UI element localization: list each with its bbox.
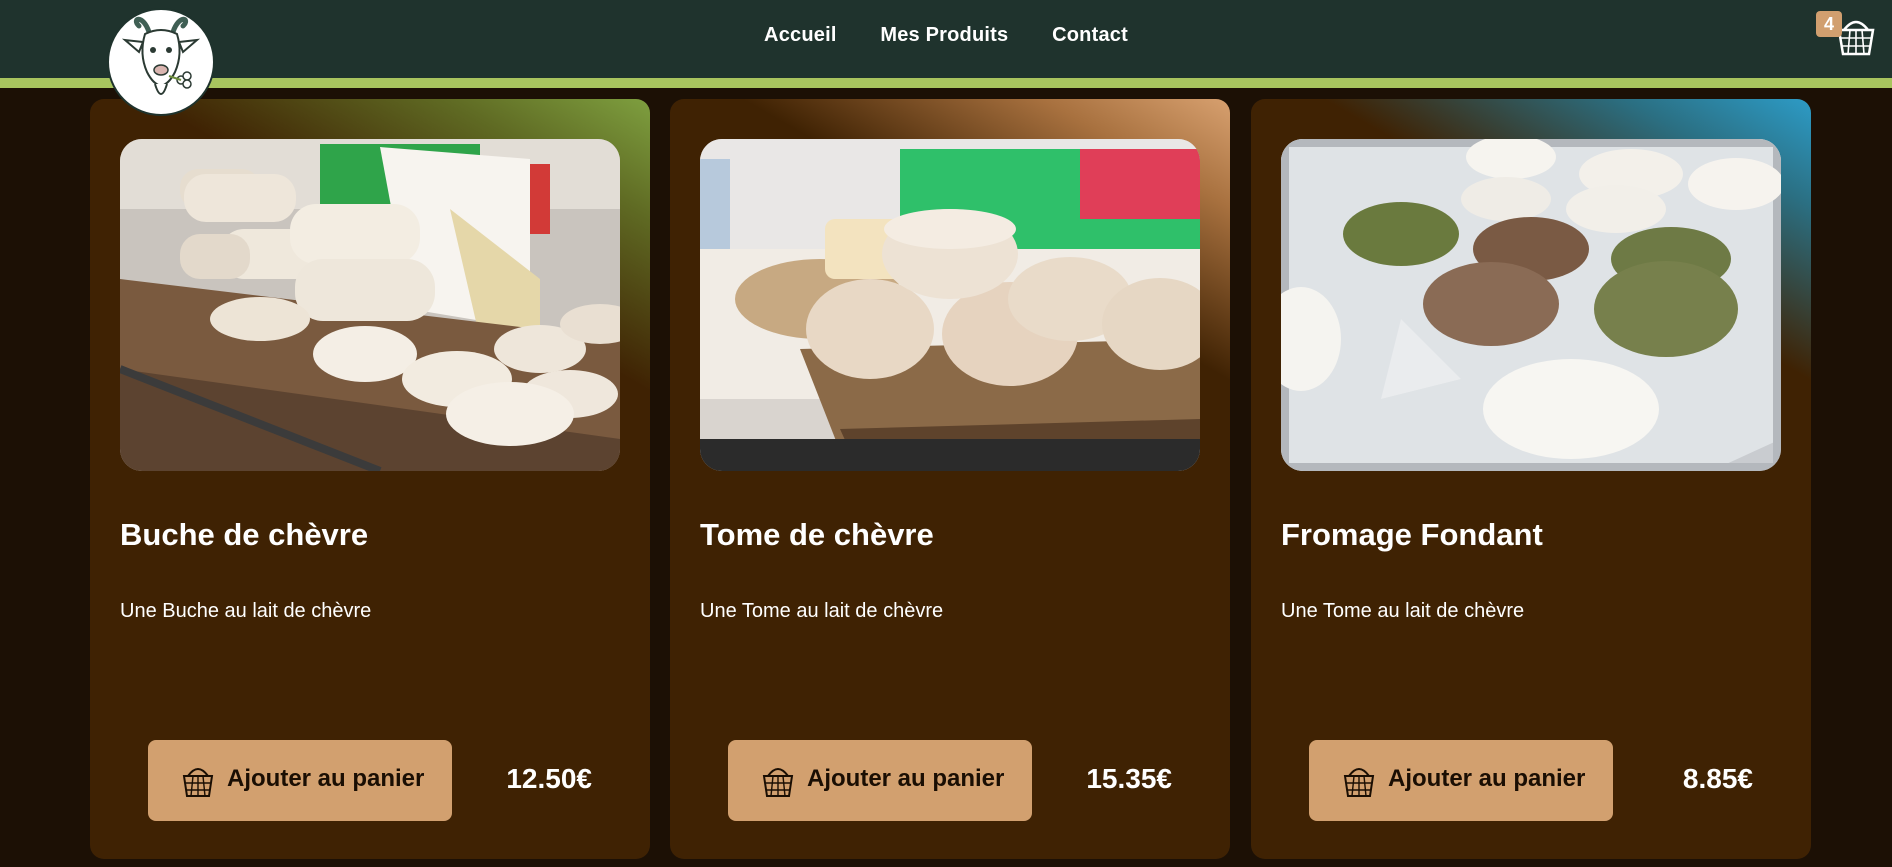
nav-link-mes-produits[interactable]: Mes Produits: [880, 24, 1008, 47]
add-to-cart-button[interactable]: Ajouter au panier: [148, 740, 452, 821]
product-name: Fromage Fondant: [1281, 517, 1543, 552]
basket-icon: [1836, 14, 1876, 62]
product-card: Tome de chèvre Une Tome au lait de chèvr…: [670, 99, 1230, 859]
product-description: Une Tome au lait de chèvre: [700, 600, 944, 622]
nav-link-contact[interactable]: Contact: [1052, 24, 1128, 47]
product-card: Fromage Fondant Une Tome au lait de chèv…: [1251, 99, 1811, 859]
goat-icon: [121, 16, 201, 95]
product-name: Buche de chèvre: [120, 517, 369, 552]
product-price: 8.85€: [1682, 763, 1753, 794]
product-description: Une Buche au lait de chèvre: [120, 600, 372, 622]
add-to-cart-label: Ajouter au panier: [1388, 765, 1586, 792]
add-to-cart-button[interactable]: Ajouter au panier: [728, 740, 1032, 821]
main-nav: Accueil Mes Produits Contact: [0, 24, 1892, 47]
product-name: Tome de chèvre: [700, 517, 934, 552]
product-price: 12.50€: [506, 763, 592, 794]
nav-link-accueil[interactable]: Accueil: [764, 24, 837, 47]
product-price: 15.35€: [1086, 763, 1172, 794]
add-to-cart-label: Ajouter au panier: [807, 765, 1005, 792]
product-description: Une Tome au lait de chèvre: [1281, 600, 1525, 622]
cart-count-badge: 4: [1816, 11, 1842, 37]
product-card: Buche de chèvre Une Buche au lait de chè…: [90, 99, 650, 859]
goat-logo[interactable]: [107, 8, 215, 116]
header-stripe: [0, 78, 1892, 88]
product-image: [1281, 139, 1781, 471]
cart-button[interactable]: 4: [1808, 8, 1878, 58]
product-image: [120, 139, 620, 471]
basket-icon: [182, 764, 214, 805]
basket-icon: [1343, 764, 1375, 805]
add-to-cart-label: Ajouter au panier: [227, 765, 425, 792]
add-to-cart-button[interactable]: Ajouter au panier: [1309, 740, 1613, 821]
product-image: [700, 139, 1200, 471]
basket-icon: [762, 764, 794, 805]
